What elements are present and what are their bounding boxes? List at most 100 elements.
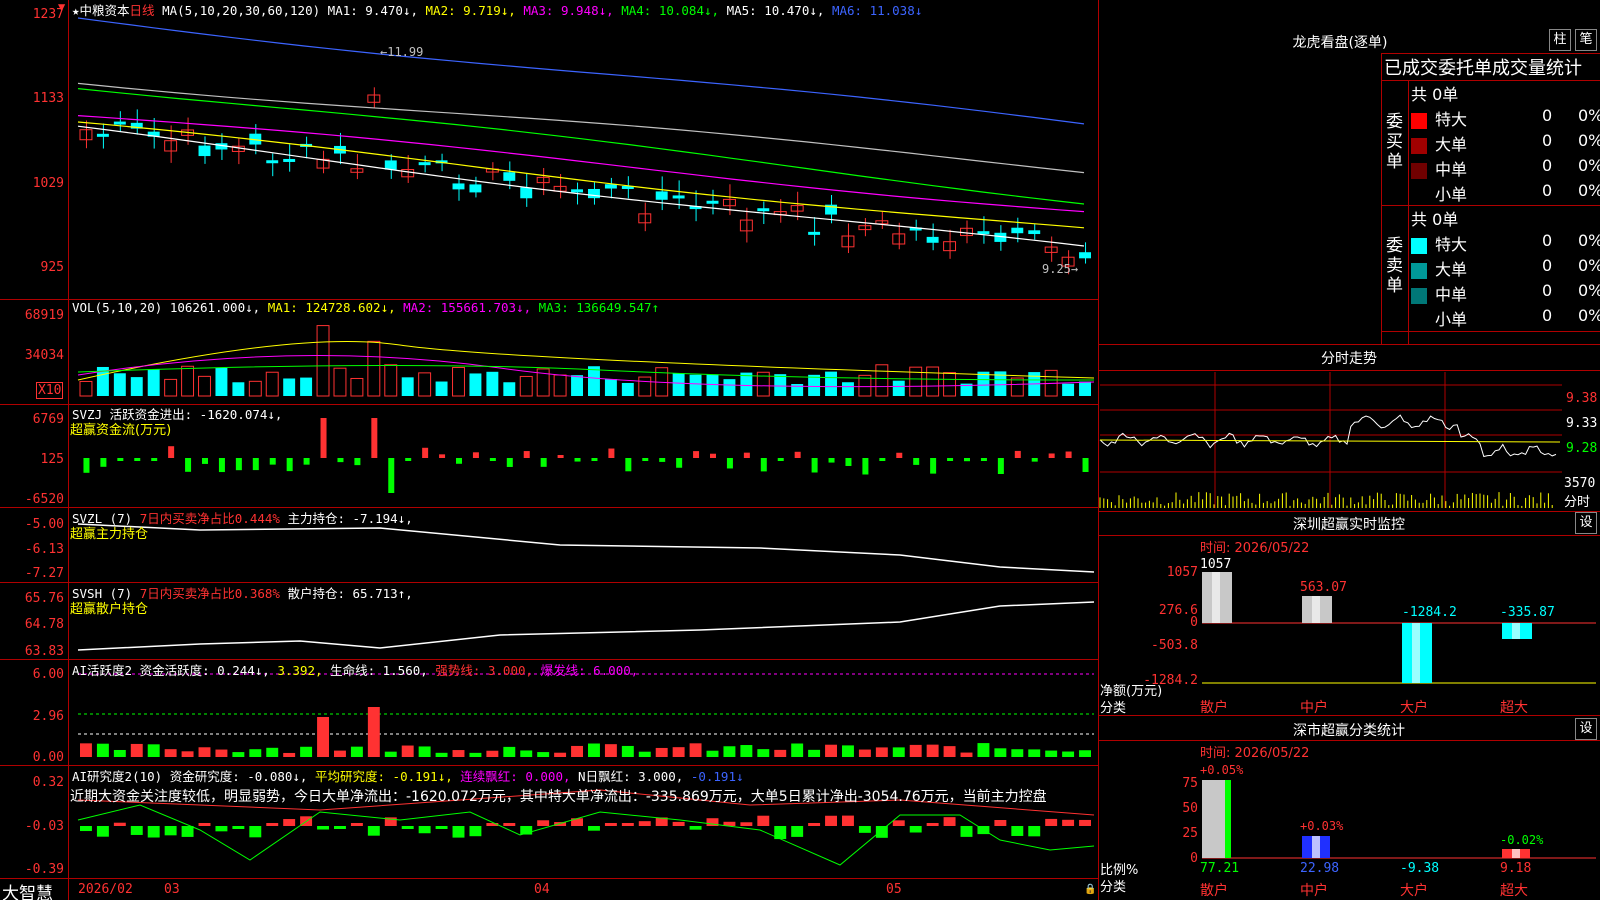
y-axis-label: -7.27 [24,566,64,581]
bar-value-label: -1284.2 [1402,605,1457,620]
fund-flow-bar [218,458,225,473]
main-chart-legend: ★中粮资本日线 MA(5,10,20,30,60,120) MA1: 9.470… [72,0,922,19]
activity-bar [960,752,973,757]
y-axis-label: 925 [40,260,64,275]
research-bar [350,823,363,826]
fund-flow-bar [1065,451,1072,458]
order-type: 中单 [1435,285,1468,304]
fund-flow-bar [100,458,107,467]
vol-ma3: MA3: 136649.547↑ [538,300,660,315]
research-bar [401,826,414,829]
research-bar [757,815,770,826]
y-axis-label: 65.76 [24,591,64,606]
fund-flow-bar [320,418,327,458]
tick-mode-button[interactable]: 笔 [1575,29,1597,51]
volume-bar [1079,381,1091,396]
order-row: 小单 [1411,306,1467,330]
y-axis-label: -0.39 [24,862,64,877]
y-axis-label: 68919 [24,308,64,323]
fund-flow-bar [676,458,683,468]
star-icon: ★ [72,3,80,18]
vol-ma2: MA2: 155661.703↓, [403,300,532,315]
low-price-marker: 9.25→ [1042,262,1079,276]
order-count: 0 [1542,106,1553,125]
research-bar [232,826,245,829]
fund-flow-bar [862,458,869,475]
fund-flow-bar [726,458,733,469]
cat-label: 超大 [1500,883,1528,899]
ai-research-extra: -0.191↓ [690,769,744,784]
volume-bar [875,364,889,397]
y-axis-label: -0.03 [24,819,64,834]
vol-title: VOL(5,10,20) [72,300,163,315]
fund-flow-bar [83,458,90,473]
ma3-line [77,115,1085,213]
svsh-position: 散户持仓: 65.713↑, [287,586,413,601]
volume-bar [333,367,347,397]
fund-flow-bar [693,451,700,458]
divider [1098,740,1600,741]
right-panel-divider [1098,0,1099,900]
fund-flow-bar [625,458,632,472]
volume-bar [452,366,465,397]
settings-button[interactable]: 设 [1575,512,1597,534]
lock-icon[interactable]: 🔒 [1084,884,1096,895]
ai-lifeline: 生命线: 1.560, [330,663,428,678]
order-type: 大单 [1435,135,1468,154]
ai-active-legend: AI活跃度2 资金活跃度: 0.244↓, 3.392, 生命线: 1.560,… [72,660,638,679]
ma-legend: MA(5,10,20,30,60,120) [162,3,321,18]
activity-bar [537,752,550,757]
research-bar [1079,819,1091,826]
color-swatch [1411,237,1427,254]
ma2-line [77,121,1085,229]
volume-bar [486,371,499,396]
volume-bar [672,373,685,396]
activity-bar [317,717,329,757]
y-axis-label: 34034 [24,348,64,363]
candle-body [418,162,431,166]
volume-bar [723,379,736,396]
volume-bar [418,372,432,397]
fund-flow-bar [117,458,124,461]
activity-bar [858,749,871,757]
order-pct: 0% [1578,256,1600,275]
volume-bar [1062,383,1075,396]
brand-logo[interactable]: 大智慧 [2,879,53,900]
volume-bar [113,373,126,396]
stock-name[interactable]: 中粮资本 [80,3,130,18]
super-bar-shine [1512,623,1520,639]
divider [1381,331,1600,332]
settings-button[interactable]: 设 [1575,718,1597,740]
fund-flow-bar [591,458,598,461]
activity-bar [621,745,634,757]
research-bar [418,826,431,834]
candle-body [198,145,211,157]
divider [1408,80,1409,344]
axis-divider [68,0,69,900]
activity-bar [926,744,939,757]
svzl-ratio: 7日内买卖净占比0.444% [139,511,280,526]
ai-active-title: AI活跃度2 资金活跃度: 0.244↓, [72,663,270,678]
fund-flow-bar [574,458,581,462]
volume-bar [147,369,160,396]
vol-legend: VOL(5,10,20) 106261.000↓, MA1: 124728.60… [72,300,659,315]
ma1-value: MA1: 9.470↓, [327,3,418,18]
fund-flow-bar [371,418,378,458]
activity-bar [350,746,363,757]
volume-bar [706,374,719,396]
order-pct: 0% [1578,106,1600,125]
sell-orders-label: 委卖单 [1386,236,1403,296]
activity-bar [435,752,448,757]
ai-research-comment: 近期大资金关注度较低，明显弱势，今日大单净流出：-1620.072万元，其中特大… [70,789,1047,805]
main-position-line [77,523,1095,573]
retail-position-line [77,601,1095,651]
intraday-title: 分时走势 [1321,351,1377,367]
bar-mode-button[interactable]: 柱 [1549,29,1571,51]
research-bar [164,826,177,836]
volume-bar [553,374,567,397]
research-bar [926,823,939,826]
activity-bar [96,743,109,757]
period-label[interactable]: 日线 [130,3,155,18]
ai-research-legend: AI研究度2(10) 资金研究度: -0.080↓, 平均研究度: -0.191… [72,766,744,785]
activity-bar [689,743,702,757]
